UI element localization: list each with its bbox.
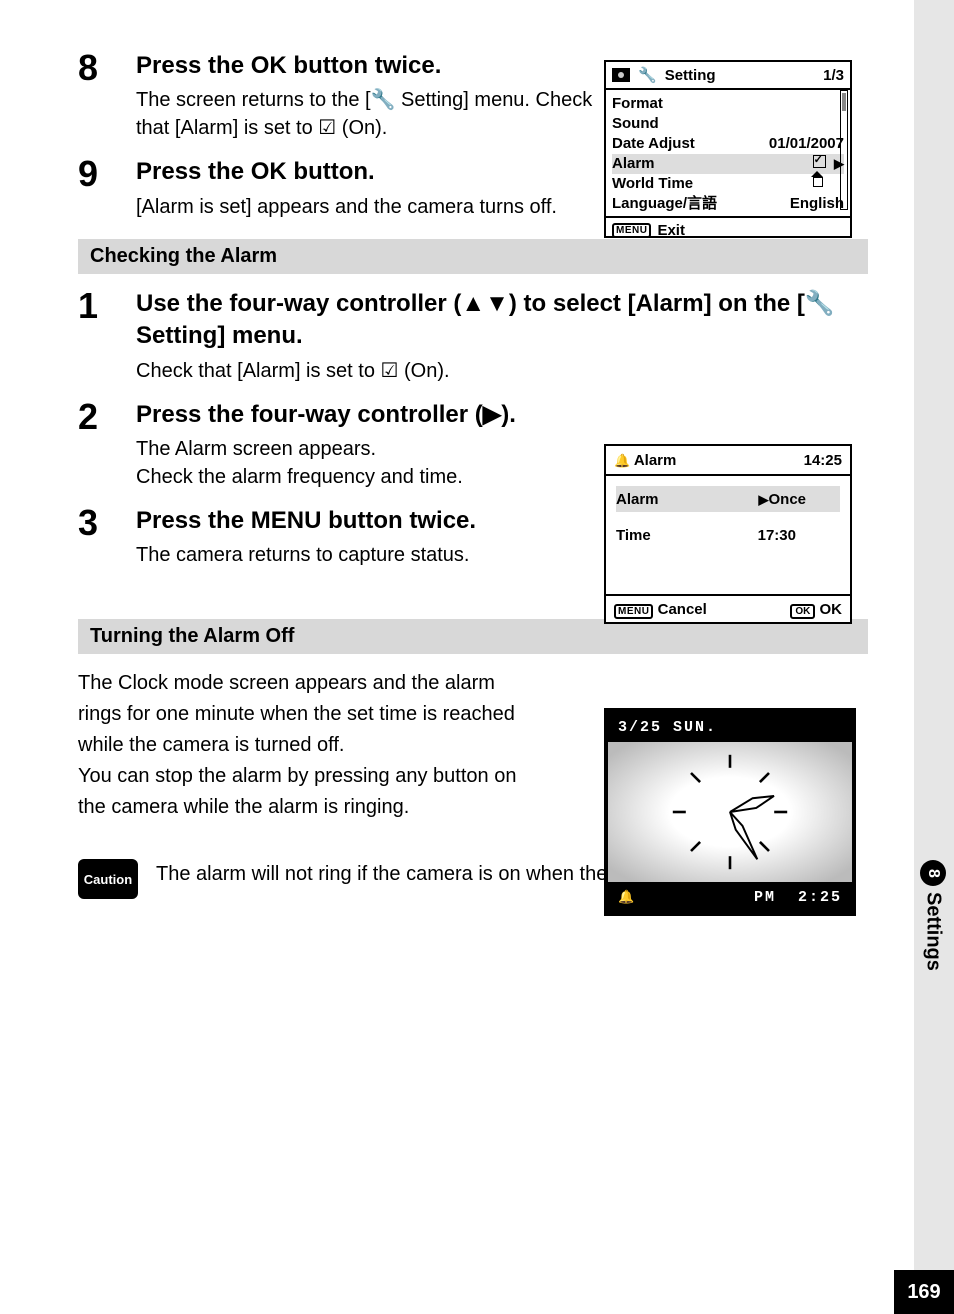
home-icon	[810, 176, 824, 188]
lcd-page-indicator: 1/3	[823, 67, 844, 84]
lcd-scrollbar[interactable]	[840, 90, 848, 210]
step-number: 9	[78, 156, 136, 220]
clock-date-bar: 3/25 SUN.	[608, 712, 852, 742]
alarm-frequency-row[interactable]: Alarm ▶Once	[616, 486, 840, 512]
analog-clock-face	[608, 742, 852, 882]
lcd-titlebar: 🔧 Setting 1/3	[606, 62, 850, 90]
step-check-1: 1 Use the four-way controller (▲▼) to se…	[78, 288, 868, 385]
menu-item-date-adjust[interactable]: Date Adjust01/01/2007	[612, 134, 844, 154]
lcd-rows: Format Sound Date Adjust01/01/2007 Alarm…	[606, 90, 850, 216]
bell-icon	[618, 889, 636, 906]
step-description: [Alarm is set] appears and the camera tu…	[136, 193, 608, 221]
menu-item-alarm[interactable]: Alarm ▶	[612, 154, 844, 174]
step-description: The Alarm screen appears. Check the alar…	[136, 435, 608, 491]
checkbox-on-icon	[813, 155, 826, 168]
step-number: 1	[78, 288, 136, 385]
menu-button-tag: MENU	[614, 604, 653, 619]
lcd-alarm-screen: Alarm 14:25 Alarm ▶Once Time 17:30 MENU …	[604, 444, 852, 624]
step-description: The screen returns to the [🔧 Setting] me…	[136, 86, 608, 142]
step-number: 2	[78, 399, 136, 491]
lcd-exit-bar[interactable]: MENU Exit	[606, 216, 850, 242]
step-title: Press the OK button.	[136, 156, 608, 188]
step-number: 8	[78, 50, 136, 142]
chapter-number-badge: 8	[920, 860, 946, 886]
page-number: 169	[894, 1270, 954, 1314]
cancel-action[interactable]: MENU Cancel	[614, 601, 707, 618]
lcd-setting-menu: 🔧 Setting 1/3 Format Sound Date Adjust01…	[604, 60, 852, 238]
step-title: Press the OK button twice.	[136, 50, 608, 82]
chapter-tab: 8 Settings	[920, 860, 946, 971]
step-number: 3	[78, 505, 136, 569]
menu-item-format[interactable]: Format	[612, 94, 844, 114]
menu-item-sound[interactable]: Sound	[612, 114, 844, 134]
chevron-right-icon: ▶	[758, 492, 768, 508]
ok-action[interactable]: OK OK	[790, 601, 842, 618]
bell-icon	[614, 452, 630, 469]
lcd-title: Setting	[665, 67, 716, 84]
camera-mode-icon	[612, 68, 630, 82]
step-description: The camera returns to capture status.	[136, 541, 608, 569]
lcd-titlebar: Alarm 14:25	[606, 446, 850, 476]
manual-page: 169 8 Settings 8 Press the OK button twi…	[0, 0, 954, 1314]
lcd-clock: 14:25	[804, 452, 842, 469]
step-description: Check that [Alarm] is set to ☑ (On).	[136, 357, 848, 385]
ok-button-tag: OK	[790, 604, 815, 619]
menu-button-tag: MENU	[612, 223, 651, 238]
chapter-label: Settings	[922, 892, 945, 971]
menu-item-language[interactable]: Language/言語English	[612, 194, 844, 214]
exit-label: Exit	[657, 222, 685, 239]
step-title: Press the four-way controller (▶).	[136, 399, 608, 431]
scrollbar-thumb[interactable]	[842, 93, 846, 111]
caution-badge-icon: Caution	[78, 859, 138, 899]
alarm-time-row[interactable]: Time 17:30	[616, 522, 840, 548]
subheading-turning-off: Turning the Alarm Off	[78, 619, 868, 654]
page-gutter	[914, 0, 954, 1270]
step-title: Press the MENU button twice.	[136, 505, 608, 537]
clock-time-bar: PM 2:25	[608, 882, 852, 912]
menu-item-world-time[interactable]: World Time	[612, 174, 844, 194]
lcd-clock-mode: 3/25 SUN. PM 2:25	[604, 708, 856, 916]
lcd-footer: MENU Cancel OK OK	[606, 594, 850, 622]
alarm-title: Alarm	[634, 452, 677, 469]
step-title: Use the four-way controller (▲▼) to sele…	[136, 288, 848, 353]
wrench-icon: 🔧	[638, 66, 657, 84]
subheading-checking-alarm: Checking the Alarm	[78, 239, 868, 274]
